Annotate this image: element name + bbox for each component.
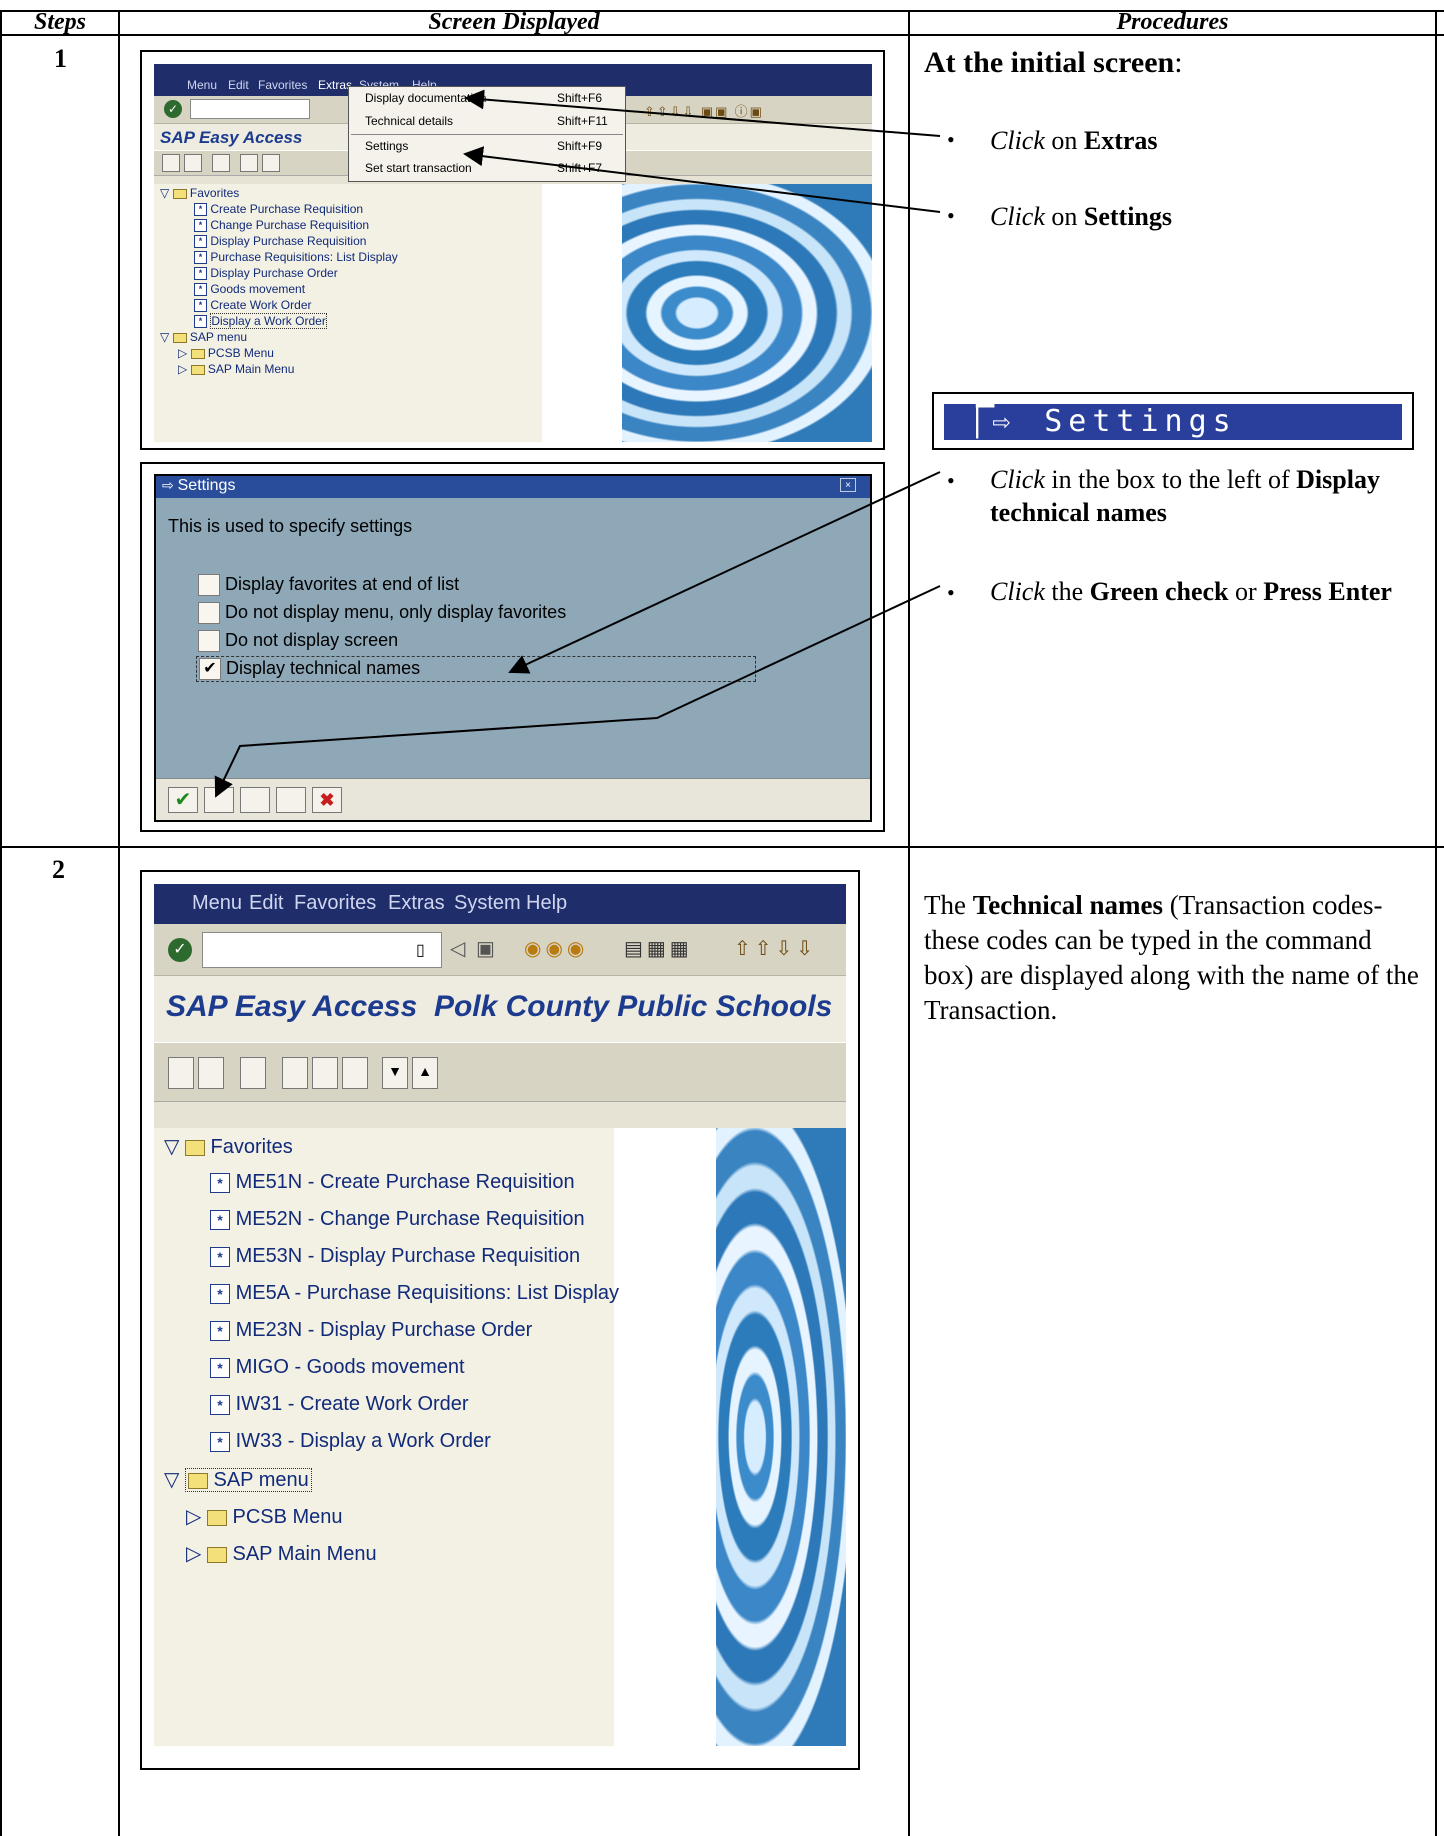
step2-add-favorite-icon[interactable] [282, 1057, 308, 1089]
move-down-icon[interactable]: ▼ [382, 1057, 408, 1089]
list-item[interactable]: * ME23N - Display Purchase Order [210, 1319, 532, 1342]
explanation-text: The [924, 890, 973, 920]
step2-strip [154, 1102, 846, 1128]
transaction-icon: * [210, 1283, 230, 1304]
favorite-label: IW31 - Create Work Order [235, 1393, 469, 1415]
step2-menu-item-help[interactable]: Help [526, 892, 567, 915]
step2-tree: ▽ Favorites * ME51N - Create Purchase Re… [154, 1128, 619, 1746]
list-item[interactable]: ▷ PCSB Menu [186, 1504, 343, 1529]
arrow-to-green-check [214, 585, 941, 798]
step2-delete-favorite-icon[interactable] [312, 1057, 338, 1089]
favorite-label: ME23N - Display Purchase Order [235, 1319, 533, 1341]
step2-sap-menu-folder[interactable]: ▽ SAP menu [164, 1467, 312, 1492]
step2-menu-item-extras[interactable]: Extras [388, 892, 445, 915]
step2-sap-menu-label: SAP menu [213, 1469, 309, 1491]
favorite-label: MIGO - Goods movement [235, 1356, 465, 1378]
step2-favorites-label: Favorites [210, 1136, 293, 1158]
favorite-label: ME52N - Change Purchase Requisition [235, 1208, 585, 1230]
step2-sap-menu-icon[interactable] [198, 1057, 224, 1089]
step2-save-icon[interactable]: ▣ [476, 936, 495, 961]
step2-menu-item-menu[interactable]: Menu [192, 892, 242, 915]
step2-change-favorite-icon[interactable] [342, 1057, 368, 1089]
favorite-label: IW33 - Display a Work Order [235, 1430, 491, 1452]
arrow-to-extras [464, 89, 941, 137]
transaction-icon: * [210, 1320, 230, 1341]
favorite-label: ME53N - Display Purchase Requisition [235, 1245, 581, 1267]
list-item[interactable]: * ME52N - Change Purchase Requisition [210, 1208, 585, 1231]
step2-page-title: SAP Easy Access Polk County Public Schoo… [154, 976, 846, 1042]
transaction-icon: * [210, 1357, 230, 1378]
arrow-to-settings [463, 146, 941, 213]
list-item[interactable]: * IW31 - Create Work Order [210, 1393, 469, 1416]
favorite-label: ME51N - Create Purchase Requisition [235, 1171, 575, 1193]
step2-other-menu-icon[interactable] [240, 1057, 266, 1089]
step2-menu-item-edit[interactable]: Edit [249, 892, 283, 915]
arrow-to-technical-names [508, 471, 941, 674]
step2-enter-check-icon[interactable]: ✓ [168, 938, 192, 962]
list-item[interactable]: * ME53N - Display Purchase Requisition [210, 1245, 580, 1268]
step2-menu-bar: Menu Edit Favorites Extras System Help [154, 884, 846, 924]
folder-icon [184, 1139, 205, 1156]
step2-menu-item-system[interactable]: System [454, 892, 521, 915]
list-item[interactable]: * MIGO - Goods movement [210, 1356, 465, 1379]
step2-explanation: The Technical names (Transaction codes- … [924, 888, 1424, 1028]
list-item[interactable]: * IW33 - Display a Work Order [210, 1430, 491, 1453]
step2-back-icon[interactable]: ◁ [450, 936, 465, 961]
folder-icon [206, 1509, 227, 1526]
list-item[interactable]: * ME5A - Purchase Requisitions: List Dis… [210, 1282, 619, 1305]
step2-nav-icons: ◉◉◉ [524, 938, 589, 960]
step2-dropdown-icon[interactable]: ▯ [416, 940, 425, 960]
transaction-icon: * [210, 1246, 230, 1267]
step2-page-icons: ⇧⇧⇩⇩ [734, 938, 818, 960]
move-up-icon[interactable]: ▲ [412, 1057, 438, 1089]
step2-background-image [716, 1128, 846, 1746]
folder-icon [206, 1546, 227, 1563]
step2-app-toolbar: ▼ ▲ [154, 1042, 846, 1102]
step2-print-find-icons: ▤▦▦ [624, 938, 693, 960]
transaction-icon: * [210, 1431, 230, 1452]
step2-command-field[interactable] [202, 932, 442, 968]
step2-sap-menu-focus: SAP menu [184, 1468, 312, 1492]
transaction-icon: * [210, 1209, 230, 1230]
folder-icon [187, 1472, 208, 1489]
step2-user-menu-icon[interactable] [168, 1057, 194, 1089]
step2-sap-window: Menu Edit Favorites Extras System Help ✓… [140, 870, 860, 1770]
step2-toolbar: ✓ ▯ ◁ ▣ ◉◉◉ ▤▦▦ ⇧⇧⇩⇩ [154, 924, 846, 976]
menu-folder-label: SAP Main Menu [232, 1543, 377, 1565]
step2-favorites-folder[interactable]: ▽ Favorites [164, 1134, 293, 1159]
favorite-label: ME5A - Purchase Requisitions: List Displ… [235, 1282, 620, 1304]
step2-menu-item-favorites[interactable]: Favorites [294, 892, 376, 915]
list-item[interactable]: ▷ SAP Main Menu [186, 1541, 377, 1566]
explanation-bold: Technical names [972, 890, 1163, 920]
transaction-icon: * [210, 1172, 230, 1193]
transaction-icon: * [210, 1394, 230, 1415]
list-item[interactable]: * ME51N - Create Purchase Requisition [210, 1171, 575, 1194]
menu-folder-label: PCSB Menu [232, 1506, 343, 1528]
